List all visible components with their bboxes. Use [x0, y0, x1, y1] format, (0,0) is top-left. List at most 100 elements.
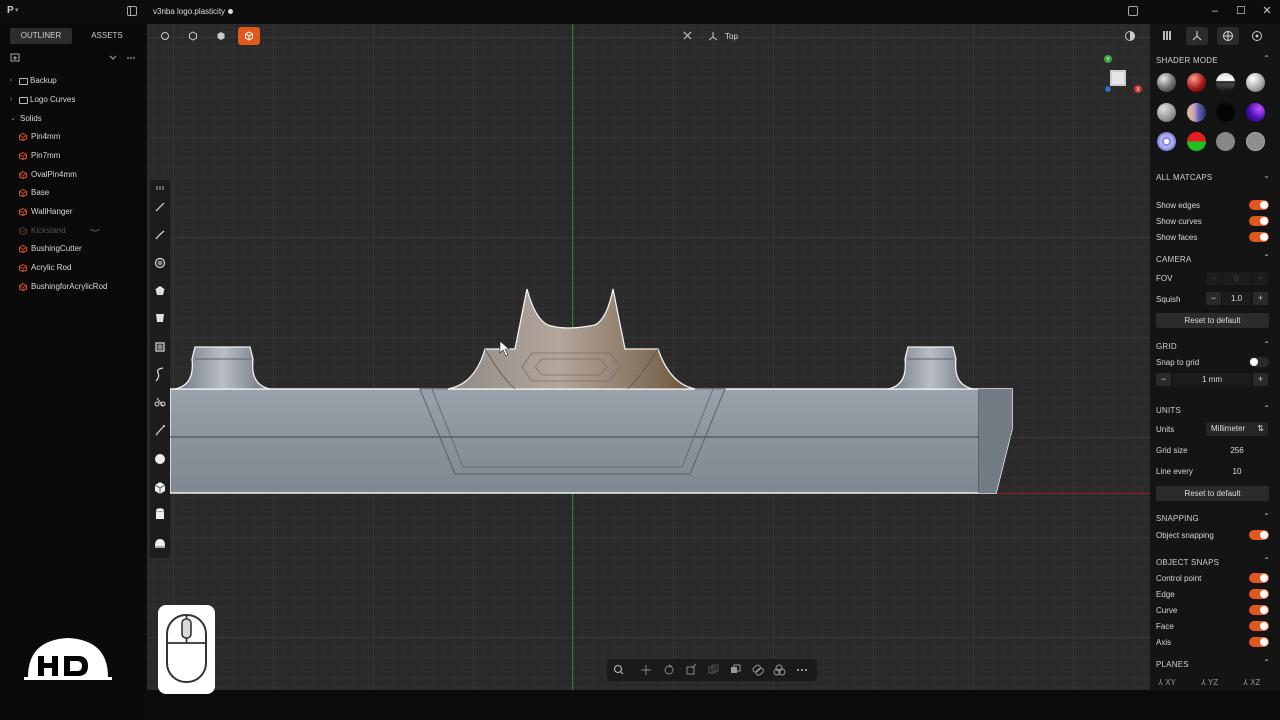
snap-curve-toggle[interactable] [1249, 605, 1269, 615]
3d-viewport[interactable]: Top Y X [147, 24, 1150, 690]
box-tool-icon[interactable] [154, 482, 166, 494]
cushion-tool-icon[interactable] [155, 539, 165, 548]
chevron-up-icon[interactable]: ⌃ [1263, 404, 1270, 413]
plane-yz[interactable]: ⅄ YZ [1201, 678, 1218, 687]
rotate-icon[interactable] [664, 664, 674, 675]
solid-view-button[interactable] [210, 27, 232, 45]
new-folder-icon[interactable] [10, 53, 20, 62]
spline-tool-icon[interactable] [155, 367, 164, 382]
all-matcaps-title[interactable]: ALL MATCAPS [1156, 173, 1212, 182]
perspective-toggle-icon[interactable] [1124, 30, 1136, 42]
snap-to-grid-toggle[interactable] [1249, 357, 1269, 367]
trim-tool-icon[interactable] [154, 397, 166, 407]
grid-value[interactable]: 1 mm [1173, 373, 1251, 386]
line-tool-icon[interactable] [155, 202, 165, 212]
fov-increment-button[interactable]: + [1253, 272, 1268, 285]
curve-tool-icon[interactable] [155, 230, 165, 240]
app-logo[interactable]: P [7, 5, 14, 16]
matcap-chrome[interactable] [1157, 73, 1176, 92]
search-icon[interactable] [613, 664, 624, 675]
move-icon[interactable] [641, 665, 651, 675]
library-icon[interactable] [1163, 31, 1171, 40]
matcap-iridescent[interactable] [1187, 103, 1206, 122]
chevron-right-icon[interactable]: › [10, 73, 12, 89]
snap-control-point-toggle[interactable] [1249, 573, 1269, 583]
rectangle-tool-icon[interactable] [155, 342, 165, 352]
wireframe-view-button[interactable] [154, 27, 176, 45]
matcap-silver[interactable] [1246, 73, 1265, 92]
show-curves-toggle[interactable] [1249, 216, 1269, 226]
group-icon[interactable] [731, 664, 741, 673]
tree-item-ovalpin4mm[interactable]: OvalPin4mm [0, 167, 145, 183]
chevron-up-icon[interactable]: ⌃ [1263, 658, 1270, 667]
squish-decrement-button[interactable]: − [1206, 292, 1221, 305]
tree-item-solids[interactable]: ⌄ Solids [0, 111, 145, 127]
chevron-down-icon[interactable]: ⌄ [10, 111, 16, 127]
link-icon[interactable] [752, 664, 764, 676]
tree-item-backup[interactable]: › Backup [0, 73, 145, 89]
app-menu-chevron-icon[interactable]: ▾ [15, 6, 19, 14]
more-icon[interactable] [797, 669, 807, 671]
show-edges-toggle[interactable] [1249, 200, 1269, 210]
matcap-black[interactable] [1216, 103, 1235, 122]
squish-value[interactable]: 1.0 [1222, 292, 1251, 305]
chevron-down-icon[interactable]: ⌄ [1263, 171, 1270, 180]
tree-item-logo-curves[interactable]: › Logo Curves [0, 92, 145, 108]
tree-item-wallhanger[interactable]: WallHanger [0, 204, 145, 220]
tree-item-pin4mm[interactable]: Pin4mm [0, 129, 145, 145]
more-options-icon[interactable] [127, 57, 135, 59]
camera-reset-button[interactable]: Reset to default [1156, 313, 1269, 328]
tree-item-pin7mm[interactable]: Pin7mm [0, 148, 145, 164]
base-solid[interactable] [170, 388, 1013, 494]
snap-face-toggle[interactable] [1249, 621, 1269, 631]
object-snapping-toggle[interactable] [1249, 530, 1269, 540]
cylinder-tool-icon[interactable] [155, 507, 165, 519]
fill-tool-icon[interactable] [156, 314, 164, 322]
chevron-right-icon[interactable]: › [10, 92, 12, 108]
model-render[interactable] [170, 279, 1020, 499]
pen-tool-icon[interactable] [155, 425, 165, 436]
hidden-eye-icon[interactable] [90, 228, 100, 234]
chevron-up-icon[interactable]: ⌃ [1263, 556, 1270, 565]
scale-icon[interactable] [686, 663, 697, 675]
sphere-tool-icon[interactable] [155, 454, 165, 464]
close-view-icon[interactable] [683, 31, 692, 40]
logo-solid[interactable] [447, 288, 696, 390]
drag-handle-icon[interactable] [156, 186, 164, 190]
left-pin-solid[interactable] [174, 346, 271, 390]
tree-item-base[interactable]: Base [0, 185, 145, 201]
matcap-rgb[interactable] [1187, 132, 1206, 151]
fov-value[interactable]: 0 [1222, 272, 1251, 285]
chevron-up-icon[interactable]: ⌃ [1263, 340, 1270, 349]
circle-tool-icon[interactable] [154, 257, 166, 269]
display-icon[interactable] [1252, 31, 1262, 41]
snap-axis-toggle[interactable] [1249, 637, 1269, 647]
tree-item-bushingcutter[interactable]: BushingCutter [0, 241, 145, 257]
show-faces-toggle[interactable] [1249, 232, 1269, 242]
grid-size-value[interactable]: 256 [1206, 444, 1268, 457]
view-name-label[interactable]: Top [725, 32, 738, 41]
matcap-clay[interactable] [1157, 103, 1176, 122]
matcap-flat-gray[interactable] [1216, 132, 1235, 151]
collapse-chevron-icon[interactable] [109, 55, 117, 60]
plane-xy[interactable]: ⅄ XY [1158, 678, 1176, 687]
panel-toggle-icon[interactable] [1128, 6, 1138, 16]
tab-assets[interactable]: ASSETS [76, 28, 138, 44]
xray-view-button[interactable] [182, 27, 204, 45]
units-select[interactable]: Millimeter ⇅ [1206, 422, 1268, 436]
chevron-up-icon[interactable]: ⌃ [1263, 512, 1270, 521]
plane-xz[interactable]: ⅄ XZ [1243, 678, 1260, 687]
boolean-icon[interactable] [773, 664, 786, 676]
matcap-flat-light[interactable] [1246, 132, 1265, 151]
matcap-horizon[interactable] [1216, 73, 1235, 92]
polygon-tool-icon[interactable] [155, 286, 165, 295]
right-pin-solid[interactable] [887, 346, 974, 390]
chevron-up-icon[interactable]: ⌃ [1263, 253, 1270, 262]
duplicate-icon[interactable] [708, 664, 719, 674]
chevron-up-icon[interactable]: ⌃ [1263, 54, 1270, 63]
tree-item-bushingforacrylicrod[interactable]: BushingforAcrylicRod [0, 279, 145, 295]
orientation-gizmo[interactable]: Y X [1100, 54, 1144, 98]
matcap-normal-rings[interactable] [1157, 132, 1176, 151]
tab-outliner[interactable]: OUTLINER [10, 28, 72, 44]
snap-edge-toggle[interactable] [1249, 589, 1269, 599]
